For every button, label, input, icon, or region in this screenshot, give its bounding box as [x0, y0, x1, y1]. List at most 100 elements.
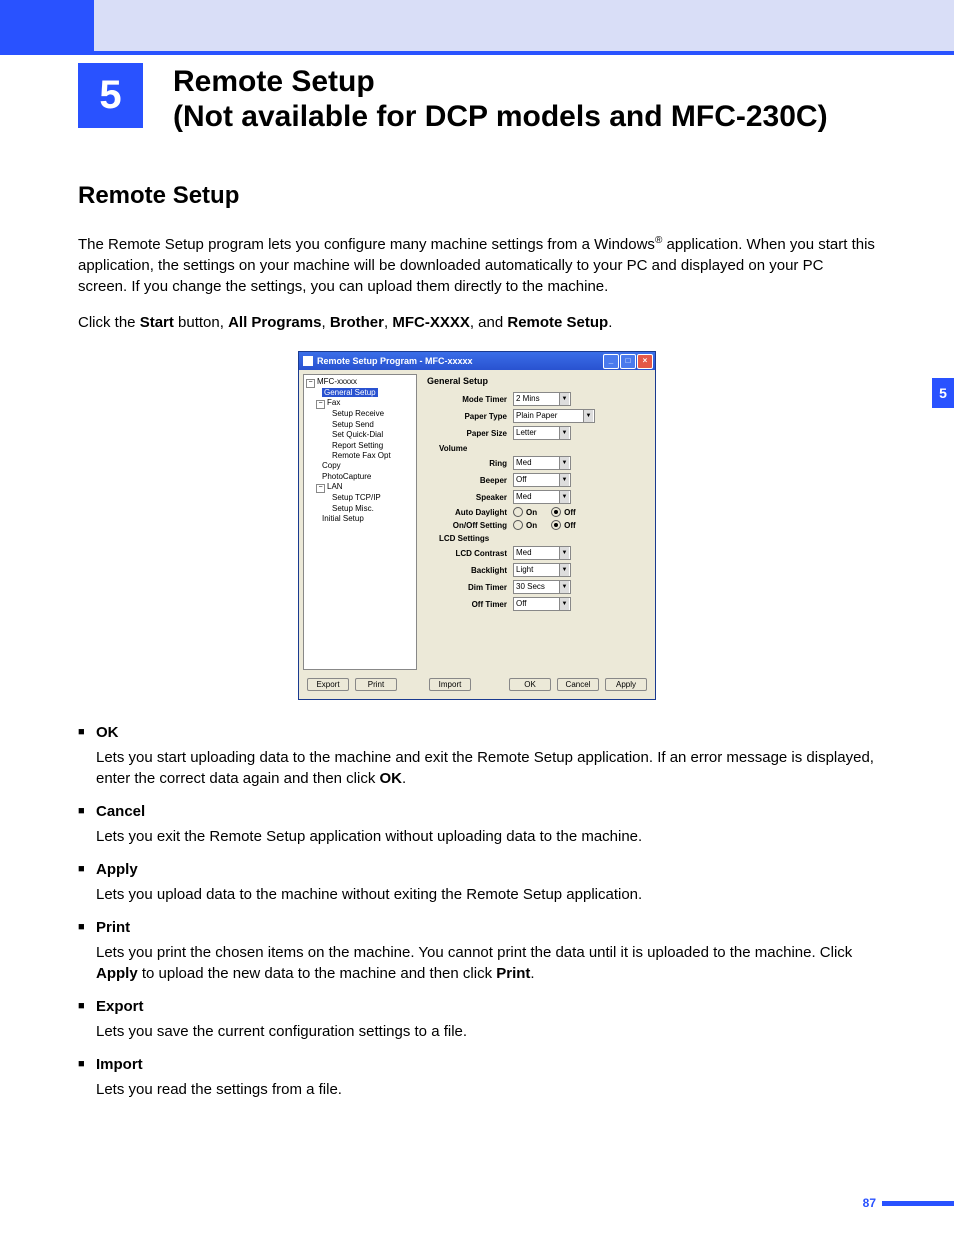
radio-label-on: On: [526, 508, 537, 517]
settings-panel: General Setup Mode Timer2 Mins Paper Typ…: [417, 374, 651, 670]
chapter-heading: 5 Remote Setup (Not available for DCP mo…: [0, 63, 954, 134]
desc-term-export: Export: [78, 998, 876, 1015]
p2-remotesetup: Remote Setup: [507, 314, 608, 331]
intro-text-a: The Remote Setup program lets you config…: [78, 236, 655, 253]
volume-heading: Volume: [439, 444, 647, 453]
p2-mfc: MFC-XXXX: [392, 314, 470, 331]
auto-daylight-on-radio[interactable]: [513, 507, 523, 517]
desc-term-ok: OK: [78, 724, 876, 741]
header-blue-block: [0, 0, 94, 55]
tree-general-setup[interactable]: General Setup: [322, 388, 378, 397]
lcd-contrast-label: LCD Contrast: [427, 549, 513, 558]
chapter-title-line1: Remote Setup: [173, 65, 375, 98]
beeper-dropdown[interactable]: Off: [513, 473, 571, 487]
titlebar[interactable]: Remote Setup Program - MFC-xxxxx _ □ ×: [299, 352, 655, 370]
paper-type-dropdown[interactable]: Plain Paper: [513, 409, 595, 423]
ring-label: Ring: [427, 459, 513, 468]
export-button[interactable]: Export: [307, 678, 349, 691]
header-light-block: [94, 0, 954, 55]
tree-item[interactable]: Setup Send: [326, 420, 414, 430]
onoff-on-radio[interactable]: [513, 520, 523, 530]
beeper-label: Beeper: [427, 476, 513, 485]
desc-def-ok: Lets you start uploading data to the mac…: [78, 747, 876, 789]
desc-term-cancel: Cancel: [78, 803, 876, 820]
tree-item[interactable]: Setup TCP/IP: [326, 493, 414, 503]
p2-sep1: button,: [174, 314, 228, 331]
minimize-button[interactable]: _: [603, 354, 619, 369]
tree-photocapture[interactable]: PhotoCapture: [316, 472, 414, 482]
panel-heading: General Setup: [427, 376, 647, 386]
section-heading: Remote Setup: [78, 182, 876, 210]
desc-term-import: Import: [78, 1056, 876, 1073]
desc-def-print: Lets you print the chosen items on the m…: [78, 942, 876, 984]
print-button[interactable]: Print: [355, 678, 397, 691]
chapter-title: Remote Setup (Not available for DCP mode…: [173, 63, 828, 134]
ring-dropdown[interactable]: Med: [513, 456, 571, 470]
tree-toggle-icon[interactable]: −: [316, 484, 325, 493]
mode-timer-dropdown[interactable]: 2 Mins: [513, 392, 571, 406]
description-list: OK Lets you start uploading data to the …: [78, 724, 876, 1100]
lcd-contrast-dropdown[interactable]: Med: [513, 546, 571, 560]
app-icon: [303, 356, 313, 366]
tree-item[interactable]: Report Setting: [326, 441, 414, 451]
paper-type-label: Paper Type: [427, 412, 513, 421]
radio-label-on: On: [526, 521, 537, 530]
paper-size-label: Paper Size: [427, 429, 513, 438]
onoff-setting-label: On/Off Setting: [427, 521, 513, 530]
tree-initial-setup[interactable]: Initial Setup: [316, 514, 414, 524]
p2-end: .: [608, 314, 612, 331]
p2-brother: Brother: [330, 314, 384, 331]
speaker-label: Speaker: [427, 493, 513, 502]
intro-paragraph-2: Click the Start button, All Programs, Br…: [78, 312, 876, 333]
tree-item[interactable]: Setup Misc.: [326, 504, 414, 514]
off-timer-dropdown[interactable]: Off: [513, 597, 571, 611]
dim-timer-dropdown[interactable]: 30 Secs: [513, 580, 571, 594]
paper-size-dropdown[interactable]: Letter: [513, 426, 571, 440]
import-button[interactable]: Import: [429, 678, 471, 691]
window-title: Remote Setup Program - MFC-xxxxx: [317, 356, 603, 366]
tree-item[interactable]: Set Quick-Dial: [326, 430, 414, 440]
tree-fax[interactable]: Fax: [327, 398, 340, 407]
desc-def-cancel: Lets you exit the Remote Setup applicati…: [78, 826, 876, 847]
off-timer-label: Off Timer: [427, 600, 513, 609]
tree-toggle-icon[interactable]: −: [306, 379, 315, 388]
page-number: 87: [863, 1196, 876, 1210]
radio-label-off: Off: [564, 521, 576, 530]
speaker-dropdown[interactable]: Med: [513, 490, 571, 504]
app-window: Remote Setup Program - MFC-xxxxx _ □ × −…: [298, 351, 656, 700]
side-tab: 5: [932, 378, 954, 408]
tree-item[interactable]: Remote Fax Opt: [326, 451, 414, 461]
screenshot-container: Remote Setup Program - MFC-xxxxx _ □ × −…: [78, 351, 876, 700]
tree-lan[interactable]: LAN: [327, 482, 343, 491]
lcd-settings-heading: LCD Settings: [439, 534, 647, 543]
onoff-off-radio[interactable]: [551, 520, 561, 530]
page-header-bar: [0, 0, 954, 55]
chapter-title-line2: (Not available for DCP models and MFC-23…: [173, 100, 828, 133]
mode-timer-label: Mode Timer: [427, 395, 513, 404]
p2-allprograms: All Programs: [228, 314, 321, 331]
apply-button[interactable]: Apply: [605, 678, 647, 691]
desc-def-import: Lets you read the settings from a file.: [78, 1079, 876, 1100]
desc-def-apply: Lets you upload data to the machine with…: [78, 884, 876, 905]
tree-panel[interactable]: −MFC-xxxxx General Setup −Fax Setup Rece…: [303, 374, 417, 670]
desc-term-print: Print: [78, 919, 876, 936]
chapter-number: 5: [78, 63, 143, 128]
button-row: Export Print Import OK Cancel Apply: [299, 674, 655, 699]
p2-prefix: Click the: [78, 314, 140, 331]
close-button[interactable]: ×: [637, 354, 653, 369]
maximize-button[interactable]: □: [620, 354, 636, 369]
radio-label-off: Off: [564, 508, 576, 517]
backlight-dropdown[interactable]: Light: [513, 563, 571, 577]
p2-sep4: , and: [470, 314, 508, 331]
auto-daylight-off-radio[interactable]: [551, 507, 561, 517]
tree-item[interactable]: Setup Receive: [326, 409, 414, 419]
backlight-label: Backlight: [427, 566, 513, 575]
tree-root[interactable]: MFC-xxxxx: [317, 377, 357, 386]
ok-button[interactable]: OK: [509, 678, 551, 691]
tree-toggle-icon[interactable]: −: [316, 400, 325, 409]
tree-copy[interactable]: Copy: [316, 461, 414, 471]
p2-start: Start: [140, 314, 174, 331]
desc-def-export: Lets you save the current configuration …: [78, 1021, 876, 1042]
intro-paragraph-1: The Remote Setup program lets you config…: [78, 234, 876, 297]
cancel-button[interactable]: Cancel: [557, 678, 599, 691]
